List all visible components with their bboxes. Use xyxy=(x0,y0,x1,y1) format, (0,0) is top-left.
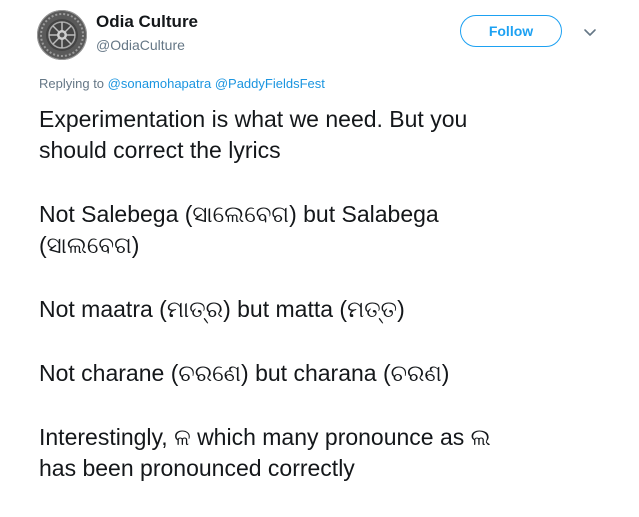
tweet-paragraph: Not Salebega (ସାଲେବେଗ) but Salabega (ସାଲ… xyxy=(39,201,439,258)
tweet-paragraph: Not maatra (ମାତ୍ର) but matta (ମତ୍ତ) xyxy=(39,296,405,322)
odia-culture-logo-icon xyxy=(38,11,86,59)
avatar[interactable] xyxy=(37,10,87,60)
author-name[interactable]: Odia Culture xyxy=(96,12,198,32)
chevron-down-icon[interactable] xyxy=(582,24,598,40)
replying-to: Replying to @sonamohapatra @PaddyFieldsF… xyxy=(39,76,325,91)
replying-prefix: Replying to xyxy=(39,76,108,91)
tweet-card: Odia Culture @OdiaCulture Follow Replyin… xyxy=(0,0,639,492)
tweet-text: Experimentation is what we need. But you… xyxy=(39,104,629,517)
author-handle[interactable]: @OdiaCulture xyxy=(96,37,185,53)
tweet-paragraph: Interestingly, ଳ which many pronounce as… xyxy=(39,424,491,481)
follow-button[interactable]: Follow xyxy=(460,15,562,47)
tweet-paragraph: Not charane (ଚରଣେ) but charana (ଚରଣ) xyxy=(39,360,450,386)
tweet-paragraph: Experimentation is what we need. But you… xyxy=(39,106,468,163)
mention-link[interactable]: @PaddyFieldsFest xyxy=(215,76,325,91)
mention-link[interactable]: @sonamohapatra xyxy=(108,76,212,91)
